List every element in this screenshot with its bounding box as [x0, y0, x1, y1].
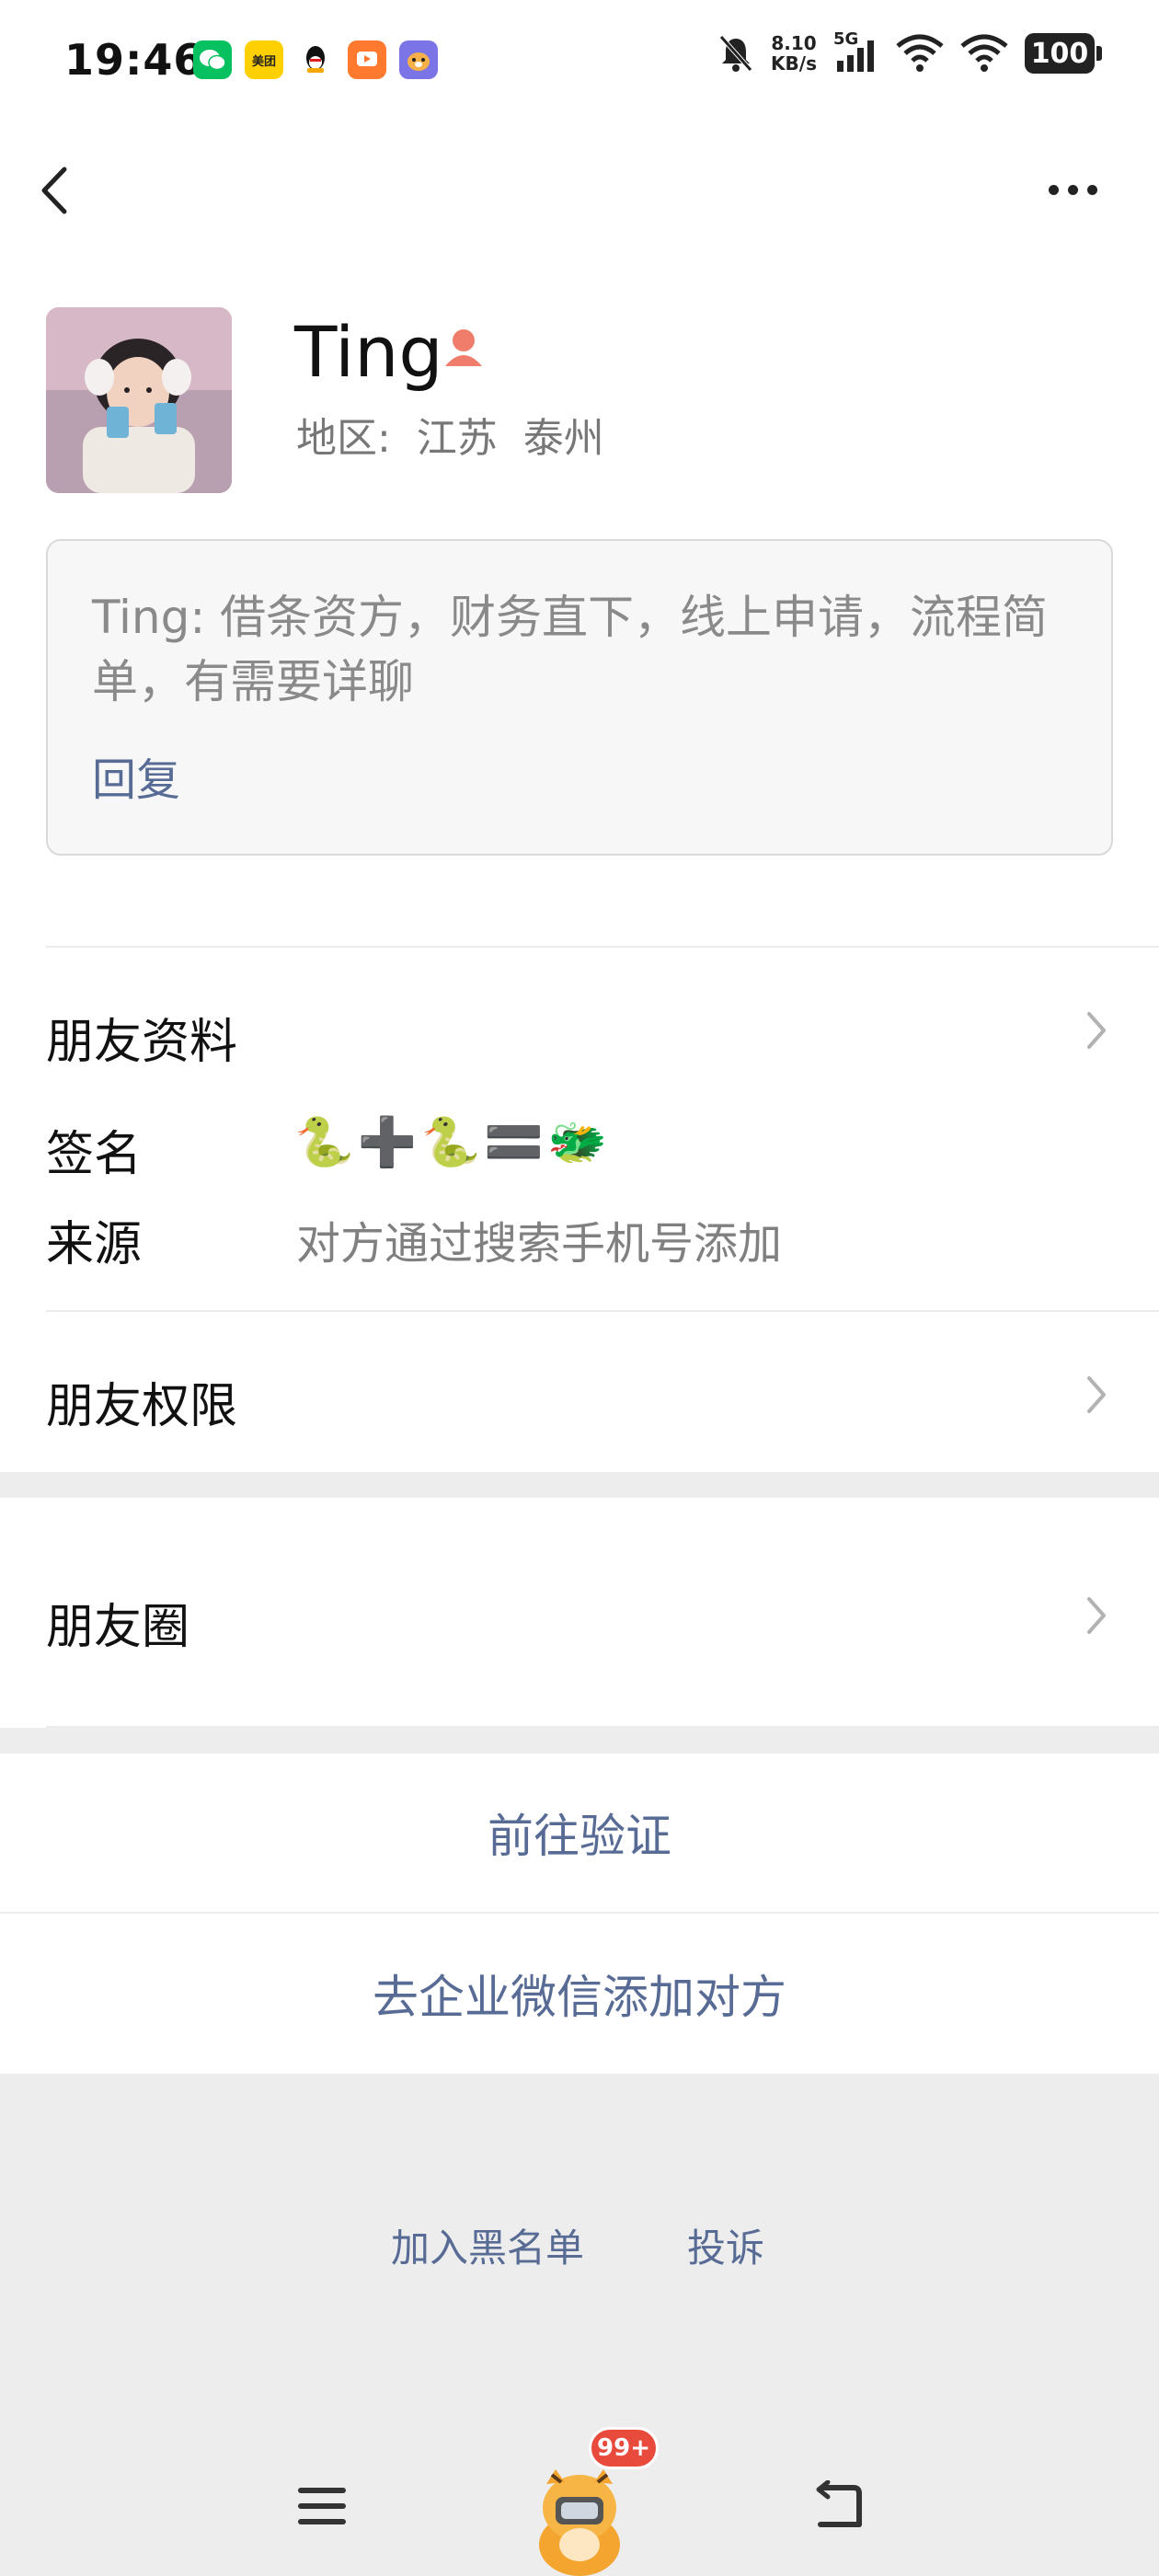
report-link[interactable]: 投诉	[687, 2217, 764, 2273]
chevron-right-icon	[1087, 1376, 1106, 1413]
wecom-add-button[interactable]: 去企业微信添加对方	[0, 1914, 1159, 2074]
meituan-icon: 美团	[245, 40, 283, 79]
profile-name: Ting	[294, 311, 443, 393]
section-gap	[0, 1730, 1159, 1754]
friend-info-label: 朋友资料	[46, 1015, 238, 1070]
chevron-right-icon	[1087, 1597, 1106, 1634]
dragon-emoji: 🐲	[547, 1115, 607, 1170]
female-icon	[445, 329, 482, 366]
source-value: 对方通过搜索手机号添加	[296, 1218, 783, 1270]
hamster-app-icon	[399, 40, 438, 79]
greeting-message-text: Ting: 借条资方，财务直下，线上申请，流程简单，有需要详聊	[92, 591, 1049, 708]
notification-badge: 99+	[589, 2427, 659, 2469]
verify-button[interactable]: 前往验证	[0, 1754, 1159, 1912]
wechat-icon	[193, 40, 232, 79]
status-time: 19:46	[64, 35, 204, 85]
profile-region: 地区: 江苏 泰州	[296, 415, 604, 462]
moments-label: 朋友圈	[46, 1600, 190, 1655]
mute-bell-icon	[719, 35, 752, 72]
section-gap	[0, 1472, 1159, 1498]
friend-permissions-label: 朋友权限	[46, 1379, 238, 1434]
signature-value: 🐍 ➕ 🐍 🟰 🐲	[294, 1115, 607, 1170]
system-status-icons: 8.10 KB/s 5G 100	[717, 29, 1102, 75]
wifi-icon-secondary	[960, 34, 1008, 72]
back-arrow-icon[interactable]	[33, 162, 85, 219]
menu-icon[interactable]	[296, 2484, 348, 2528]
video-app-icon	[348, 40, 386, 79]
equals-emoji: 🟰	[484, 1115, 544, 1170]
signature-label: 签名	[46, 1127, 143, 1182]
reply-link[interactable]: 回复	[92, 743, 180, 808]
blacklist-link[interactable]: 加入黑名单	[391, 2217, 584, 2273]
snake-emoji: 🐍	[420, 1115, 481, 1170]
avatar[interactable]	[46, 307, 232, 493]
assistant-mascot-icon[interactable]	[524, 2456, 635, 2576]
qq-icon	[296, 40, 335, 79]
notification-app-icons: 美团	[193, 40, 438, 79]
cellular-signal-icon: 5G	[833, 29, 879, 74]
snake-emoji: 🐍	[294, 1115, 354, 1170]
wifi-icon	[896, 34, 944, 72]
more-options-icon[interactable]	[1049, 180, 1106, 199]
source-label: 来源	[46, 1217, 143, 1272]
back-return-icon[interactable]	[808, 2480, 865, 2532]
network-speed: 8.10 KB/s	[771, 32, 817, 75]
divider	[46, 1726, 1159, 1728]
chevron-right-icon	[1087, 1012, 1106, 1049]
battery-indicator: 100	[1025, 33, 1102, 74]
plus-emoji: ➕	[357, 1115, 418, 1170]
